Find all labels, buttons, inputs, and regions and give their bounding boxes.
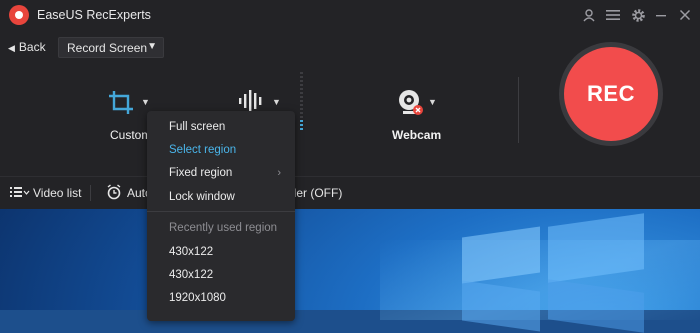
region-dropdown-menu: Full screen Select region Fixed region ›… (147, 111, 295, 321)
title-bar: EaseUS RecExperts (0, 0, 700, 30)
back-label: Back (18, 40, 46, 54)
divider (518, 77, 519, 143)
region-dropdown-arrow[interactable]: ▼ (141, 97, 150, 107)
rec-button[interactable]: REC (564, 47, 658, 141)
app-window: EaseUS RecExperts ◀Back Record Screen ▼ (0, 0, 700, 209)
task-scheduler-button[interactable]: uler (OFF) (287, 186, 342, 200)
menu-icon[interactable] (604, 6, 622, 24)
record-mode-value: Record Screen (67, 41, 148, 55)
divider (90, 185, 91, 201)
wallpaper-light-beam (380, 240, 700, 320)
menu-recent-header: Recently used region (169, 222, 278, 234)
region-label: Custom (110, 128, 152, 142)
settings-icon[interactable] (629, 6, 647, 24)
app-title: EaseUS RecExperts (37, 8, 151, 22)
webcam-icon[interactable] (396, 88, 426, 121)
close-icon[interactable] (676, 6, 694, 24)
menu-item-recent-region[interactable]: 430x122 (169, 269, 213, 281)
account-icon[interactable] (580, 6, 598, 24)
menu-item-recent-region[interactable]: 1920x1080 (169, 292, 226, 304)
menu-item-full-screen[interactable]: Full screen (169, 121, 225, 133)
webcam-label: Webcam (392, 128, 442, 142)
menu-item-fixed-region[interactable]: Fixed region (169, 167, 232, 179)
minimize-icon[interactable] (652, 6, 670, 24)
menu-item-select-region[interactable]: Select region (169, 144, 236, 156)
app-logo-icon (9, 5, 29, 25)
alarm-icon[interactable] (106, 184, 122, 203)
bottom-bar: Video list Auto uler (OFF) (0, 176, 700, 209)
menu-divider (147, 211, 295, 212)
webcam-dropdown-arrow[interactable]: ▼ (428, 97, 437, 107)
audio-dropdown-arrow[interactable]: ▼ (272, 97, 281, 107)
menu-item-recent-region[interactable]: 430x122 (169, 246, 213, 258)
crop-icon[interactable] (108, 90, 136, 119)
video-list-icon[interactable] (10, 185, 30, 202)
back-arrow-icon: ◀ (8, 43, 15, 53)
record-mode-select[interactable]: Record Screen ▼ (58, 37, 164, 58)
chevron-right-icon: › (277, 167, 281, 179)
volume-level-meter (300, 72, 303, 130)
video-list-button[interactable]: Video list (33, 186, 81, 200)
chevron-down-icon: ▼ (147, 41, 157, 52)
menu-item-lock-window[interactable]: Lock window (169, 191, 235, 203)
back-button[interactable]: ◀ Back (8, 40, 46, 54)
